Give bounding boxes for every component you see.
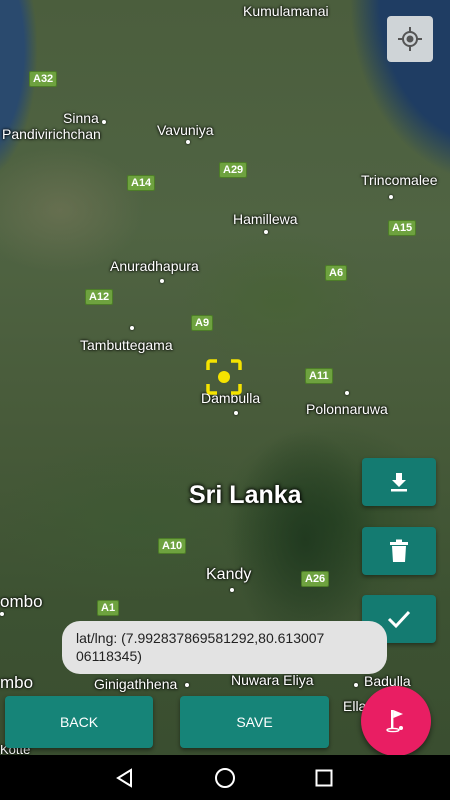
golf-flag-icon: [386, 710, 403, 733]
town-label: Pandivirichchan: [2, 126, 101, 142]
town-label: Trincomalee: [361, 172, 438, 188]
road-shield: A26: [301, 571, 330, 587]
town-label: Tambuttegama: [80, 337, 173, 353]
town-label: Kandy: [206, 566, 252, 583]
road-shield: A1: [97, 600, 120, 616]
triangle-back-icon: [116, 767, 132, 788]
road-shield: A10: [158, 538, 187, 554]
road-shield: A9: [191, 315, 214, 331]
town-dot: [160, 279, 164, 283]
trash-icon: [390, 539, 408, 562]
system-nav-bar: [0, 755, 450, 800]
road-shield: A15: [388, 220, 417, 236]
check-icon: [387, 610, 411, 629]
road-shield: A29: [219, 162, 248, 178]
town-dot: [130, 326, 134, 330]
town-dot: [230, 588, 234, 592]
crosshair-marker-icon: [206, 359, 242, 395]
nav-recent-button[interactable]: [294, 755, 354, 800]
road-shield: A14: [127, 175, 156, 191]
town-label: ombo: [0, 592, 43, 611]
circle-home-icon: [215, 767, 235, 788]
download-button[interactable]: [362, 458, 436, 506]
road-shield: A11: [305, 368, 333, 384]
town-label: Hamillewa: [233, 211, 298, 227]
town-label: Polonnaruwa: [306, 401, 388, 417]
town-label: Anuradhapura: [110, 258, 199, 274]
town-label: Nuwara Eliya: [231, 672, 314, 688]
town-label: mbo: [0, 673, 34, 692]
hill-country: [230, 430, 380, 650]
town-dot: [0, 612, 4, 616]
town-dot: [102, 120, 106, 124]
nav-back-button[interactable]: [95, 755, 155, 800]
sea-area-west: [0, 0, 100, 190]
coordinates-toast: lat/lng: (7.992837869581292,80.613007 06…: [62, 621, 387, 674]
town-label: Vavuniya: [157, 122, 214, 138]
town-dot: [345, 391, 349, 395]
square-recent-icon: [315, 769, 333, 786]
country-label: Sri Lanka: [189, 481, 302, 509]
delete-button[interactable]: [362, 527, 436, 575]
my-location-icon: [398, 27, 422, 51]
back-button[interactable]: BACK: [5, 696, 153, 748]
town-label: Kumulamanai: [243, 3, 329, 19]
road-shield: A32: [29, 71, 58, 87]
town-dot: [354, 683, 358, 687]
town-label: Ginigathhena: [94, 676, 178, 692]
my-location-button[interactable]: [387, 16, 433, 62]
town-dot: [264, 230, 268, 234]
town-dot: [186, 140, 190, 144]
download-icon: [391, 473, 407, 492]
road-shield: A6: [325, 265, 348, 281]
town-dot: [389, 195, 393, 199]
town-label: Sinna: [63, 110, 99, 126]
save-button[interactable]: SAVE: [180, 696, 329, 748]
town-dot: [185, 683, 189, 687]
road-shield: A12: [85, 289, 114, 305]
nav-home-button[interactable]: [195, 755, 255, 800]
town-dot: [234, 411, 238, 415]
flag-button[interactable]: [361, 686, 431, 756]
